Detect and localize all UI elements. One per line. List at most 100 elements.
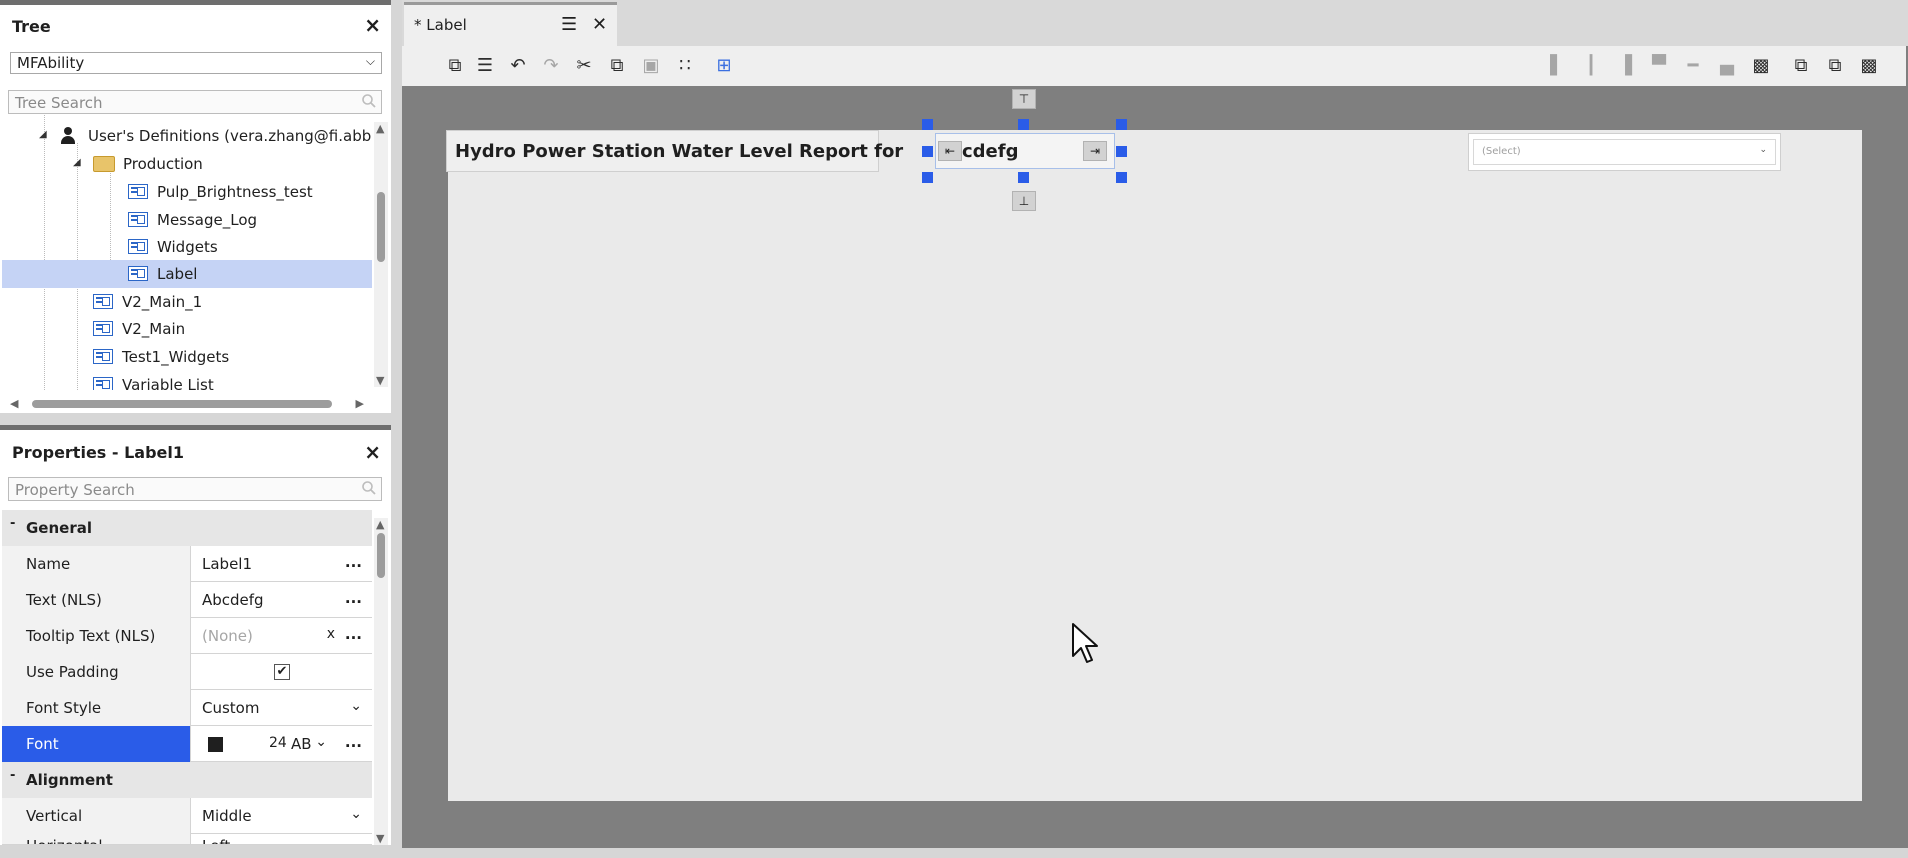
prop-row-name[interactable]: Name Label1 ... bbox=[2, 546, 372, 582]
list-icon[interactable]: ☰ bbox=[474, 55, 496, 77]
tree-item-variable-list[interactable]: Variable List bbox=[2, 371, 372, 390]
tree-close-icon[interactable]: × bbox=[364, 15, 381, 35]
properties-vertical-scrollbar[interactable]: ▲ ▼ bbox=[374, 518, 388, 845]
use-padding-checkbox[interactable]: ✔ bbox=[274, 664, 290, 680]
tree-item-label-selected[interactable]: Label bbox=[2, 260, 372, 288]
paste-icon[interactable]: ▣ bbox=[640, 55, 662, 77]
tree-item-pulp-brightness-test[interactable]: Pulp_Brightness_test bbox=[2, 178, 372, 206]
ellipsis-button[interactable]: ... bbox=[345, 553, 362, 571]
prop-tooltip-value[interactable]: (None) bbox=[202, 627, 253, 645]
ellipsis-button[interactable]: ... bbox=[345, 625, 362, 643]
resize-handle-se[interactable] bbox=[1116, 172, 1127, 183]
prop-font-style-value[interactable]: Custom bbox=[202, 699, 259, 717]
tab-label-display[interactable]: * Label ☰ ✕ bbox=[404, 2, 617, 46]
resize-handle-ne[interactable] bbox=[1116, 119, 1127, 130]
prop-horizontal-value[interactable]: Left bbox=[202, 837, 230, 844]
ellipsis-button[interactable]: ... bbox=[345, 733, 362, 751]
resize-handle-nw[interactable] bbox=[922, 119, 933, 130]
select-placeholder: (Select) bbox=[1482, 146, 1521, 157]
properties-close-icon[interactable]: × bbox=[364, 442, 381, 462]
redo-icon[interactable]: ↷ bbox=[540, 55, 562, 77]
grid-icon[interactable]: ∷ bbox=[674, 55, 696, 77]
prop-row-tooltip[interactable]: Tooltip Text (NLS) (None) x ... bbox=[2, 618, 372, 654]
scroll-up-icon[interactable]: ▲ bbox=[376, 122, 384, 135]
tab-menu-icon[interactable]: ☰ bbox=[561, 14, 577, 35]
copy-icon[interactable]: ⧉ bbox=[606, 55, 628, 77]
send-to-back-icon[interactable]: ▩ bbox=[1858, 55, 1880, 77]
canvas-title-label-widget[interactable]: Hydro Power Station Water Level Report f… bbox=[446, 130, 903, 172]
scrollbar-thumb[interactable] bbox=[377, 533, 385, 578]
tree-item-label: Widgets bbox=[157, 238, 218, 256]
resize-handle-s[interactable] bbox=[1018, 172, 1029, 183]
chevron-down-icon[interactable]: ⌄ bbox=[350, 698, 362, 714]
chevron-down-icon[interactable]: ⌄ bbox=[350, 806, 362, 822]
tree-root-dropdown[interactable]: MFAbility ⌵ bbox=[10, 52, 382, 74]
send-backward-icon[interactable]: ⧉ bbox=[1790, 55, 1812, 77]
section-general[interactable]: - General bbox=[2, 510, 372, 546]
scrollbar-thumb[interactable] bbox=[32, 400, 332, 408]
prop-name-value[interactable]: Label1 bbox=[202, 555, 252, 573]
scroll-right-icon[interactable]: ▶ bbox=[356, 397, 364, 410]
font-color-swatch[interactable] bbox=[208, 737, 223, 752]
prop-text-value[interactable]: Abcdefg bbox=[202, 591, 264, 609]
anchor-left-icon[interactable]: ⇤ bbox=[938, 141, 962, 161]
resize-handle-e[interactable] bbox=[1116, 146, 1127, 157]
prop-row-text[interactable]: Text (NLS) Abcdefg ... bbox=[2, 582, 372, 618]
ellipsis-button[interactable]: ... bbox=[345, 589, 362, 607]
tree-item-test1-widgets[interactable]: Test1_Widgets bbox=[2, 343, 372, 371]
resize-handle-w[interactable] bbox=[922, 146, 933, 157]
align-left-icon[interactable]: ▌ bbox=[1546, 55, 1568, 77]
prop-row-horizontal[interactable]: Horizontal Left bbox=[2, 834, 372, 845]
tree-item-v2-main-1[interactable]: V2_Main_1 bbox=[2, 288, 372, 316]
tree-item-user-definitions[interactable]: ◢ User's Definitions (vera.zhang@fi.abb.… bbox=[2, 122, 372, 150]
resize-handle-sw[interactable] bbox=[922, 172, 933, 183]
scrollbar-thumb[interactable] bbox=[377, 192, 385, 262]
tree-vertical-scrollbar[interactable]: ▲ ▼ bbox=[374, 122, 388, 387]
align-right-icon[interactable]: ▐ bbox=[1614, 55, 1636, 77]
collapse-icon[interactable]: - bbox=[10, 516, 15, 531]
anchor-bottom-icon[interactable]: ⊥ bbox=[1012, 191, 1036, 211]
tree-item-widgets[interactable]: Widgets bbox=[2, 233, 372, 261]
align-top-icon[interactable]: ▀ bbox=[1648, 55, 1670, 77]
scroll-left-icon[interactable]: ◀ bbox=[10, 397, 18, 410]
tree-item-message-log[interactable]: Message_Log bbox=[2, 206, 372, 234]
bring-to-front-icon[interactable]: ▩ bbox=[1750, 55, 1772, 77]
prop-row-font[interactable]: Font 24 AB ⌄ ... bbox=[2, 726, 372, 762]
section-alignment-label: Alignment bbox=[26, 771, 113, 789]
clear-button[interactable]: x bbox=[327, 626, 335, 642]
tree-item-production[interactable]: ◢ Production bbox=[2, 150, 372, 178]
resize-handle-n[interactable] bbox=[1018, 119, 1029, 130]
tree-item-v2-main[interactable]: V2_Main bbox=[2, 315, 372, 343]
design-canvas[interactable] bbox=[448, 130, 1862, 801]
cut-icon[interactable]: ✂ bbox=[573, 55, 595, 77]
expanded-triangle-icon[interactable]: ◢ bbox=[39, 129, 47, 140]
select-dropdown-widget[interactable]: (Select) ⌄ bbox=[1468, 133, 1781, 171]
tab-close-icon[interactable]: ✕ bbox=[592, 14, 607, 35]
prop-padding-label: Use Padding bbox=[2, 654, 191, 690]
scroll-up-icon[interactable]: ▲ bbox=[376, 518, 384, 531]
align-center-icon[interactable]: ┃ bbox=[1580, 55, 1602, 77]
tree-horizontal-scrollbar[interactable]: ◀ ▶ bbox=[6, 397, 364, 411]
snap-grid-icon[interactable]: ⊞ bbox=[713, 55, 735, 77]
scroll-down-icon[interactable]: ▼ bbox=[376, 832, 384, 845]
bring-forward-icon[interactable]: ⧉ bbox=[1824, 55, 1846, 77]
section-alignment[interactable]: - Alignment bbox=[2, 762, 372, 798]
undo-icon[interactable]: ↶ bbox=[507, 55, 529, 77]
tree-search-input[interactable]: Tree Search bbox=[8, 90, 382, 114]
prop-vertical-value[interactable]: Middle bbox=[202, 807, 252, 825]
prop-row-vertical[interactable]: Vertical Middle ⌄ bbox=[2, 798, 372, 834]
expanded-triangle-icon[interactable]: ◢ bbox=[73, 157, 81, 168]
duplicate-icon[interactable]: ⧉ bbox=[444, 55, 466, 77]
select-dropdown-inner[interactable]: (Select) ⌄ bbox=[1473, 139, 1776, 165]
prop-font-abbrev[interactable]: AB bbox=[291, 735, 312, 753]
scroll-down-icon[interactable]: ▼ bbox=[376, 374, 384, 387]
prop-row-use-padding[interactable]: Use Padding ✔ bbox=[2, 654, 372, 690]
anchor-top-icon[interactable]: ⊤ bbox=[1012, 89, 1036, 109]
collapse-icon[interactable]: - bbox=[10, 768, 15, 783]
align-middle-icon[interactable]: ━ bbox=[1682, 55, 1704, 77]
align-bottom-icon[interactable]: ▄ bbox=[1716, 55, 1738, 77]
anchor-right-icon[interactable]: ⇥ bbox=[1083, 141, 1107, 161]
property-search-input[interactable]: Property Search bbox=[8, 477, 382, 501]
chevron-down-icon[interactable]: ⌄ bbox=[315, 734, 327, 750]
prop-row-font-style[interactable]: Font Style Custom ⌄ bbox=[2, 690, 372, 726]
